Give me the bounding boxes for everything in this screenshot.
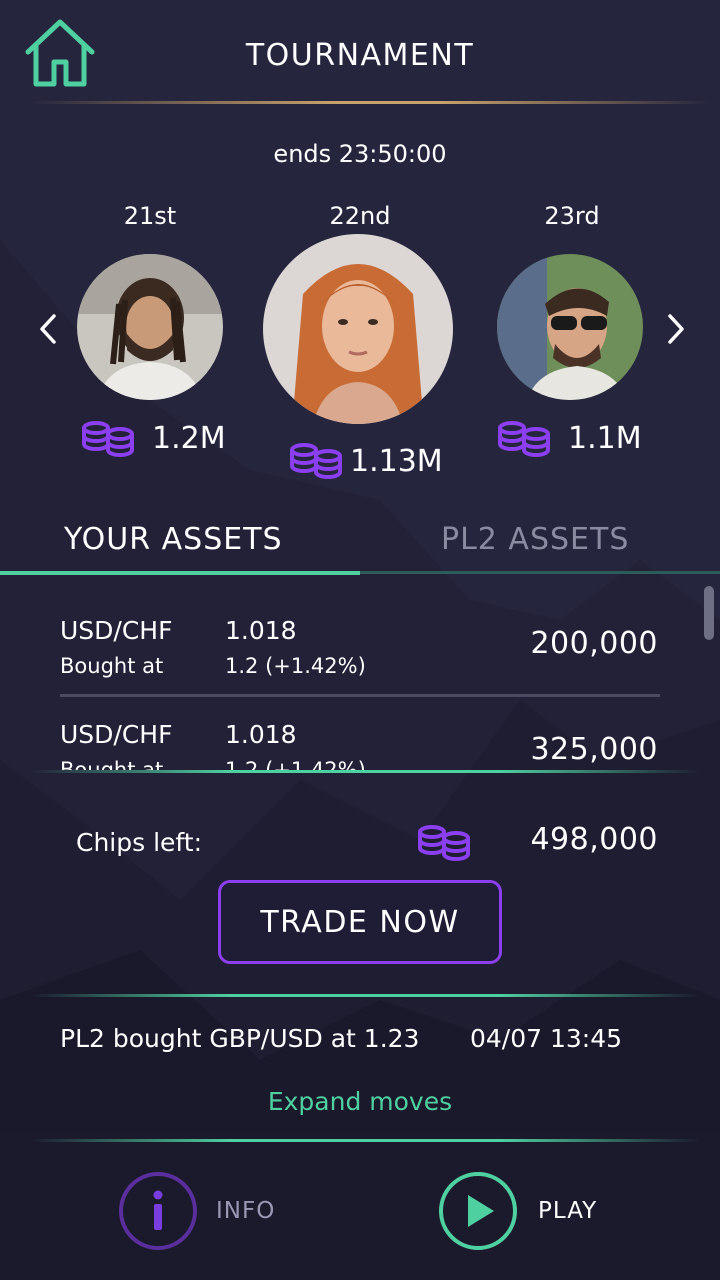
asset-amount: 325,000 — [530, 732, 658, 767]
rank-22nd: 22nd — [329, 202, 391, 230]
expand-moves-link[interactable]: Expand moves — [0, 1087, 720, 1116]
player-21st-chips: 1.2M — [152, 421, 226, 456]
moves-bottom-divider — [30, 1139, 700, 1142]
asset-bought-label: Bought at — [60, 758, 164, 770]
avatar-player-21st[interactable] — [77, 254, 223, 400]
next-player-button[interactable] — [656, 304, 696, 354]
chips-icon — [80, 420, 136, 464]
assets-scrollbar[interactable] — [704, 586, 714, 640]
rank-21st: 21st — [123, 202, 177, 230]
play-icon — [439, 1172, 517, 1250]
asset-row-clip: USD/CHF 1.018 Bought at 1.2 (+1.42%) 325… — [0, 690, 720, 770]
info-icon — [119, 1172, 197, 1250]
chevron-right-icon — [668, 314, 684, 344]
asset-bought-value: 1.2 (+1.42%) — [225, 654, 366, 678]
latest-move-time: 04/07 13:45 — [470, 1024, 623, 1053]
asset-bought-value: 1.2 (+1.42%) — [225, 758, 366, 770]
tab-pl2-assets[interactable]: PL2 ASSETS — [441, 522, 629, 557]
asset-row[interactable]: USD/CHF 1.018 Bought at 1.2 (+1.42%) 325… — [0, 704, 700, 770]
chevron-left-icon — [40, 314, 56, 344]
asset-rate: 1.018 — [225, 616, 297, 645]
chips-icon — [496, 420, 552, 464]
tab-your-assets[interactable]: YOUR ASSETS — [64, 522, 283, 557]
tab-active-indicator — [0, 571, 360, 575]
asset-rate: 1.018 — [225, 720, 297, 749]
player-23rd-chips: 1.1M — [568, 421, 642, 456]
play-label: PLAY — [538, 1198, 598, 1224]
trade-now-button[interactable]: TRADE NOW — [218, 880, 502, 964]
assets-bottom-divider — [30, 770, 700, 773]
chips-icon — [288, 442, 344, 486]
page-title: TOURNAMENT — [245, 38, 475, 73]
tournament-end-time: ends 23:50:00 — [273, 140, 447, 168]
chips-left-label: Chips left: — [76, 828, 203, 857]
info-label: INFO — [216, 1198, 276, 1224]
player-22nd-chips: 1.13M — [350, 444, 443, 479]
info-button[interactable]: INFO — [118, 1171, 275, 1251]
header-divider — [30, 101, 710, 104]
asset-bought-label: Bought at — [60, 654, 164, 678]
avatar-player-22nd[interactable] — [263, 234, 453, 424]
chips-icon — [416, 824, 472, 868]
previous-player-button[interactable] — [28, 304, 68, 354]
moves-top-divider — [30, 994, 700, 997]
latest-move-text: PL2 bought GBP/USD at 1.23 — [60, 1024, 420, 1053]
avatar-player-23rd[interactable] — [497, 254, 643, 400]
asset-pair: USD/CHF — [60, 616, 173, 645]
rank-23rd: 23rd — [544, 202, 600, 230]
asset-amount: 200,000 — [530, 626, 658, 661]
asset-row[interactable]: USD/CHF 1.018 Bought at 1.2 (+1.42%) 200… — [0, 600, 700, 692]
play-button[interactable]: PLAY — [438, 1171, 597, 1251]
asset-pair: USD/CHF — [60, 720, 173, 749]
chips-left-value: 498,000 — [530, 822, 658, 857]
